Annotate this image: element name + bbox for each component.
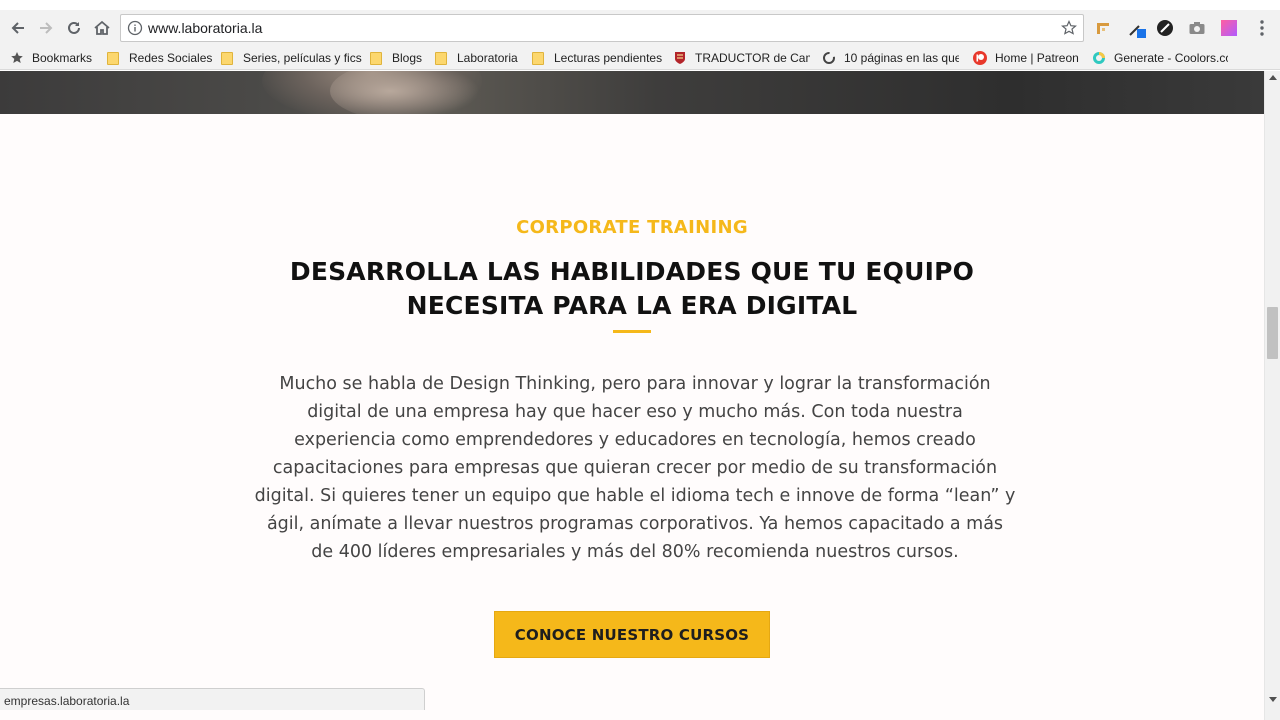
section-kicker: CORPORATE TRAINING [516, 217, 748, 238]
headline-line: NECESITA PARA LA ERA DIGITAL [406, 291, 858, 320]
bookmark-label: Lecturas pendientes [554, 51, 663, 65]
page-scrollbar[interactable] [1264, 71, 1280, 720]
bookmark-label: Blogs [392, 51, 423, 65]
section-body-text: Mucho se habla de Design Thinking, pero … [244, 370, 1026, 566]
bookmark-bookmarks[interactable]: Bookmarks [10, 49, 92, 67]
forward-arrow-icon[interactable] [32, 14, 60, 42]
menu-dots-icon[interactable] [1252, 18, 1272, 38]
section-headline: DESARROLLA LAS HABILIDADES QUE TU EQUIPO… [232, 255, 1032, 323]
bookmark-traductor[interactable]: TRADUCTOR de Cam [673, 49, 810, 67]
scroll-up-icon[interactable] [1269, 75, 1277, 80]
bookmark-label: Home | Patreon [995, 51, 1079, 65]
address-bar[interactable]: www.laboratoria.la [120, 14, 1084, 42]
browser-toolbar: www.laboratoria.la [0, 10, 1280, 46]
home-icon[interactable] [88, 14, 116, 42]
bookmark-label: Laboratoria [457, 51, 518, 65]
body-line: capacitaciones para empresas que quieran… [272, 458, 998, 478]
back-arrow-icon[interactable] [4, 14, 32, 42]
url-text[interactable]: www.laboratoria.la [148, 20, 262, 36]
scroll-thumb[interactable] [1267, 307, 1278, 359]
folder-icon [107, 51, 119, 65]
reload-icon[interactable] [60, 14, 88, 42]
info-icon[interactable] [127, 20, 143, 41]
extension-icon[interactable] [1092, 18, 1112, 38]
hero-image [0, 71, 1264, 114]
patreon-icon [973, 51, 987, 65]
bookmark-label: Generate - Coolors.co [1114, 51, 1228, 65]
folder-icon [532, 51, 544, 65]
bookmark-10-paginas[interactable]: 10 páginas en las que [822, 49, 959, 67]
folder-icon [370, 51, 382, 65]
headline-line: DESARROLLA LAS HABILIDADES QUE TU EQUIPO [289, 257, 975, 286]
bookmark-label: Redes Sociales [129, 51, 213, 65]
camera-icon[interactable] [1187, 18, 1207, 38]
page-viewport: CORPORATE TRAINING DESARROLLA LAS HABILI… [0, 71, 1264, 720]
bookmark-label: 10 páginas en las que [844, 51, 959, 65]
eyedropper-icon[interactable] [1127, 18, 1147, 38]
bookmark-label: TRADUCTOR de Cam [695, 51, 810, 65]
scroll-down-icon[interactable] [1269, 697, 1277, 702]
bookmark-blogs[interactable]: Blogs [370, 49, 422, 67]
body-line: digital. Si quieres tener un equipo que … [254, 486, 1016, 506]
body-line: ágil, anímate a llevar nuestros programa… [266, 514, 1004, 534]
bookmark-label: Bookmarks [32, 51, 93, 65]
bookmarks-bar: Bookmarks Redes Sociales Series, películ… [0, 46, 1280, 70]
body-line: de 400 líderes empresariales y más del 8… [311, 542, 959, 562]
bookmark-series[interactable]: Series, películas y fics [221, 49, 362, 67]
gradient-icon[interactable] [1219, 18, 1239, 38]
body-line: digital de una empresa hay que hacer eso… [307, 402, 963, 422]
bookmark-coolors[interactable]: Generate - Coolors.co [1092, 49, 1228, 67]
bookmark-laboratoria[interactable]: Laboratoria [435, 49, 518, 67]
bookmark-redes-sociales[interactable]: Redes Sociales [107, 49, 212, 67]
bookmark-patreon[interactable]: Home | Patreon [973, 49, 1079, 67]
star-icon [10, 51, 24, 65]
body-line: Mucho se habla de Design Thinking, pero … [279, 374, 991, 394]
conoce-cursos-button[interactable]: CONOCE NUESTRO CURSOS [494, 611, 770, 658]
body-line: experiencia como emprendedores y educado… [294, 430, 976, 450]
folder-icon [435, 51, 447, 65]
bookmark-lecturas-pendientes[interactable]: Lecturas pendientes [532, 49, 662, 67]
bookmark-label: Series, películas y fics [243, 51, 362, 65]
shield-icon [673, 51, 687, 65]
ring-icon [822, 51, 836, 65]
status-bar-url: empresas.laboratoria.la [0, 688, 425, 710]
folder-icon [221, 51, 233, 65]
accent-divider [613, 330, 651, 333]
circle-slash-icon[interactable] [1155, 18, 1175, 38]
coolors-icon [1092, 51, 1106, 65]
bookmark-star-icon[interactable] [1059, 18, 1079, 38]
